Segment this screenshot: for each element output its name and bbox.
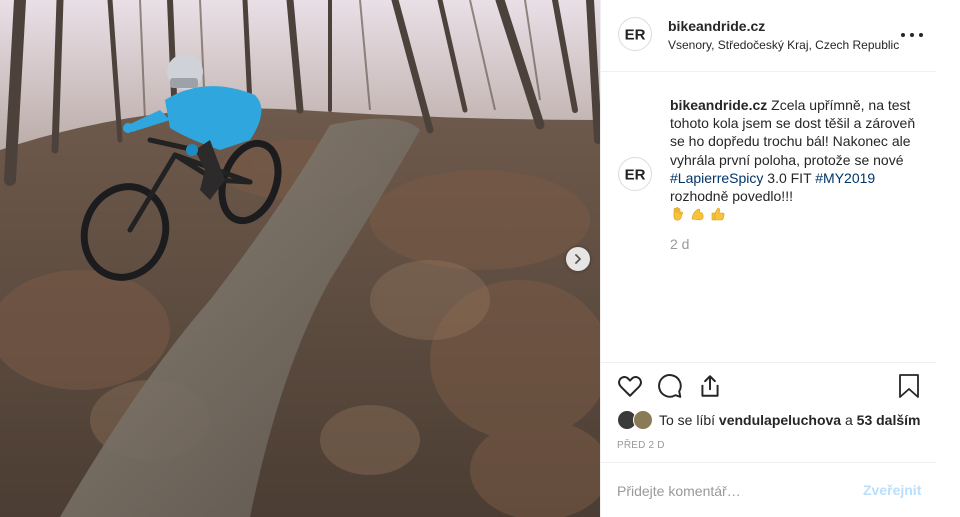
caption-text: 3.0 FIT [763, 169, 816, 186]
more-options-icon [901, 33, 905, 37]
svg-text:ER: ER [625, 27, 646, 43]
location-link[interactable]: Vsenory, Středočeský Kraj, Czech Republi… [668, 38, 899, 52]
more-options-button[interactable] [901, 26, 923, 44]
post-side-panel: ER bikeandride.cz Vsenory, Středočeský K… [600, 0, 936, 517]
bookmark-icon [899, 374, 919, 398]
likes-conjunction: a [841, 412, 857, 428]
bikeandride-logo: ER [625, 167, 646, 183]
comments-area: ER bikeandride.cz Zcela upřímně, na test… [601, 72, 936, 362]
comment-button[interactable] [657, 373, 683, 404]
bikeandride-logo: ER [625, 27, 646, 43]
comment-icon [658, 374, 682, 398]
like-button[interactable] [617, 373, 643, 404]
svg-text:ER: ER [625, 167, 646, 183]
author-username-link[interactable]: bikeandride.cz [668, 18, 765, 34]
caption-author-avatar[interactable]: ER [618, 157, 652, 191]
likes-text: To se líbí vendulapeluchova a 53 dalším [659, 412, 920, 428]
caption-author-link[interactable]: bikeandride.cz [670, 97, 767, 113]
mountain-bike-photo [0, 0, 600, 517]
post-date[interactable]: PŘED 2 D [617, 440, 665, 451]
post-comment-button[interactable]: Zveřejnit [863, 482, 921, 498]
post-actions: To se líbí vendulapeluchova a 53 dalším … [601, 362, 936, 462]
liker-avatar[interactable] [633, 410, 653, 430]
flexed-biceps-emoji [691, 208, 704, 221]
add-comment-section: Zveřejnit [601, 462, 936, 517]
share-button[interactable] [697, 373, 723, 404]
thumbs-up-emoji [711, 207, 725, 221]
caption-text: rozhodně povedlo!!! [670, 188, 793, 205]
post-photo[interactable] [0, 0, 600, 517]
heart-icon [618, 376, 642, 397]
post-header: ER bikeandride.cz Vsenory, Středočeský K… [601, 0, 936, 72]
liker-username-link[interactable]: vendulapeluchova [719, 412, 841, 428]
hashtag-link[interactable]: #LapierreSpicy [670, 170, 763, 186]
likes-prefix: To se líbí [659, 412, 719, 428]
next-photo-button[interactable] [566, 247, 590, 271]
likes-summary: To se líbí vendulapeluchova a 53 dalším [617, 408, 920, 432]
chevron-right-icon [575, 254, 581, 264]
more-options-icon [910, 33, 914, 37]
save-button[interactable] [897, 373, 921, 404]
share-icon [701, 375, 719, 397]
hashtag-link[interactable]: #MY2019 [815, 170, 875, 186]
author-avatar[interactable]: ER [618, 17, 652, 51]
comment-input[interactable] [617, 481, 847, 501]
raised-hand-emoji [673, 207, 683, 221]
caption-emojis [670, 206, 920, 222]
more-options-icon [919, 33, 923, 37]
likes-count-link[interactable]: 53 dalším [857, 412, 921, 428]
caption-time-ago[interactable]: 2 d [670, 236, 689, 252]
post-caption: bikeandride.cz Zcela upřímně, na test to… [670, 96, 920, 222]
